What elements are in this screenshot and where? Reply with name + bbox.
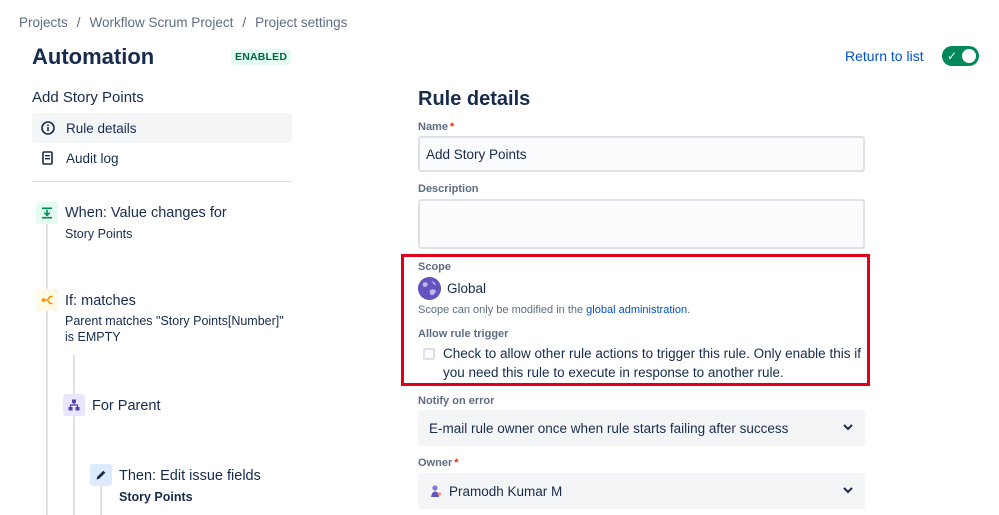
scope-row: Global — [418, 277, 486, 300]
branch-icon — [63, 394, 85, 416]
rule-step-condition[interactable]: If: matches Parent matches "Story Points… — [36, 289, 292, 349]
page-title: Automation — [32, 44, 155, 69]
flow-connector — [73, 416, 75, 515]
owner-label: Owner * — [418, 457, 459, 469]
owner-value: Pramodh Kumar M — [449, 483, 563, 499]
rule-step-branch[interactable]: For Parent — [63, 394, 292, 418]
condition-icon — [36, 289, 58, 311]
sidebar-item-label: Audit log — [66, 150, 119, 166]
chevron-down-icon — [841, 483, 855, 497]
status-badge: ENABLED — [231, 49, 292, 65]
sidebar-item-audit-log[interactable]: Audit log — [32, 143, 292, 173]
breadcrumb-project-settings[interactable]: Project settings — [255, 15, 347, 30]
info-icon — [41, 121, 55, 135]
notify-on-error-select[interactable]: E-mail rule owner once when rule starts … — [418, 410, 865, 446]
sidebar-divider — [32, 181, 292, 182]
global-administration-link[interactable]: global administration — [586, 304, 687, 316]
name-label: Name * — [418, 121, 455, 133]
sidebar-item-label: Rule details — [66, 120, 137, 136]
edit-icon — [90, 464, 112, 486]
scope-label: Scope — [418, 261, 452, 273]
chevron-down-icon — [841, 420, 855, 434]
rule-name-heading: Add Story Points — [32, 89, 144, 106]
notify-on-error-label: Notify on error — [418, 395, 495, 407]
check-icon: ✓ — [947, 49, 958, 63]
scope-value: Global — [447, 281, 487, 296]
rule-step-action[interactable]: Then: Edit issue fields Story Points — [90, 464, 292, 506]
breadcrumb-separator: / — [242, 15, 247, 30]
allow-rule-trigger-checkbox[interactable] — [423, 348, 435, 360]
scope-help-text: Scope can only be modified in the global… — [418, 304, 691, 316]
step-title: Then: Edit issue fields — [119, 468, 261, 484]
rule-enabled-toggle[interactable]: ✓ — [942, 46, 979, 66]
notify-on-error-value: E-mail rule owner once when rule starts … — [429, 420, 789, 436]
document-icon — [41, 151, 55, 165]
step-title: If: matches — [65, 293, 136, 309]
allow-rule-trigger-label: Allow rule trigger — [418, 328, 509, 340]
allow-rule-trigger-text: Check to allow other rule actions to tri… — [443, 346, 861, 380]
step-subtitle: Parent matches "Story Points[Number]" — [65, 314, 284, 328]
step-subtitle: Story Points — [65, 227, 133, 241]
trigger-icon — [36, 202, 58, 224]
description-field[interactable] — [418, 199, 865, 249]
rule-step-trigger[interactable]: When: Value changes for Story Points — [36, 202, 292, 242]
description-label: Description — [418, 183, 479, 195]
step-title: For Parent — [92, 398, 161, 414]
rule-name-field[interactable]: Add Story Points — [418, 136, 865, 172]
owner-select[interactable]: Pramodh Kumar M — [418, 473, 865, 509]
step-subtitle: Story Points — [119, 490, 193, 504]
breadcrumb-projects[interactable]: Projects — [19, 15, 68, 30]
toggle-knob — [962, 49, 976, 63]
avatar — [429, 484, 443, 498]
sidebar-item-rule-details[interactable]: Rule details — [32, 113, 292, 143]
step-subtitle: is EMPTY — [65, 330, 121, 344]
breadcrumb: Projects / Workflow Scrum Project / Proj… — [19, 15, 347, 30]
section-heading: Rule details — [418, 88, 531, 110]
step-title: When: Value changes for — [65, 205, 227, 221]
breadcrumb-separator: / — [76, 15, 81, 30]
globe-icon — [418, 277, 441, 300]
breadcrumb-project[interactable]: Workflow Scrum Project — [90, 15, 234, 30]
return-to-list-link[interactable]: Return to list — [845, 48, 924, 64]
flow-connector — [73, 355, 75, 395]
